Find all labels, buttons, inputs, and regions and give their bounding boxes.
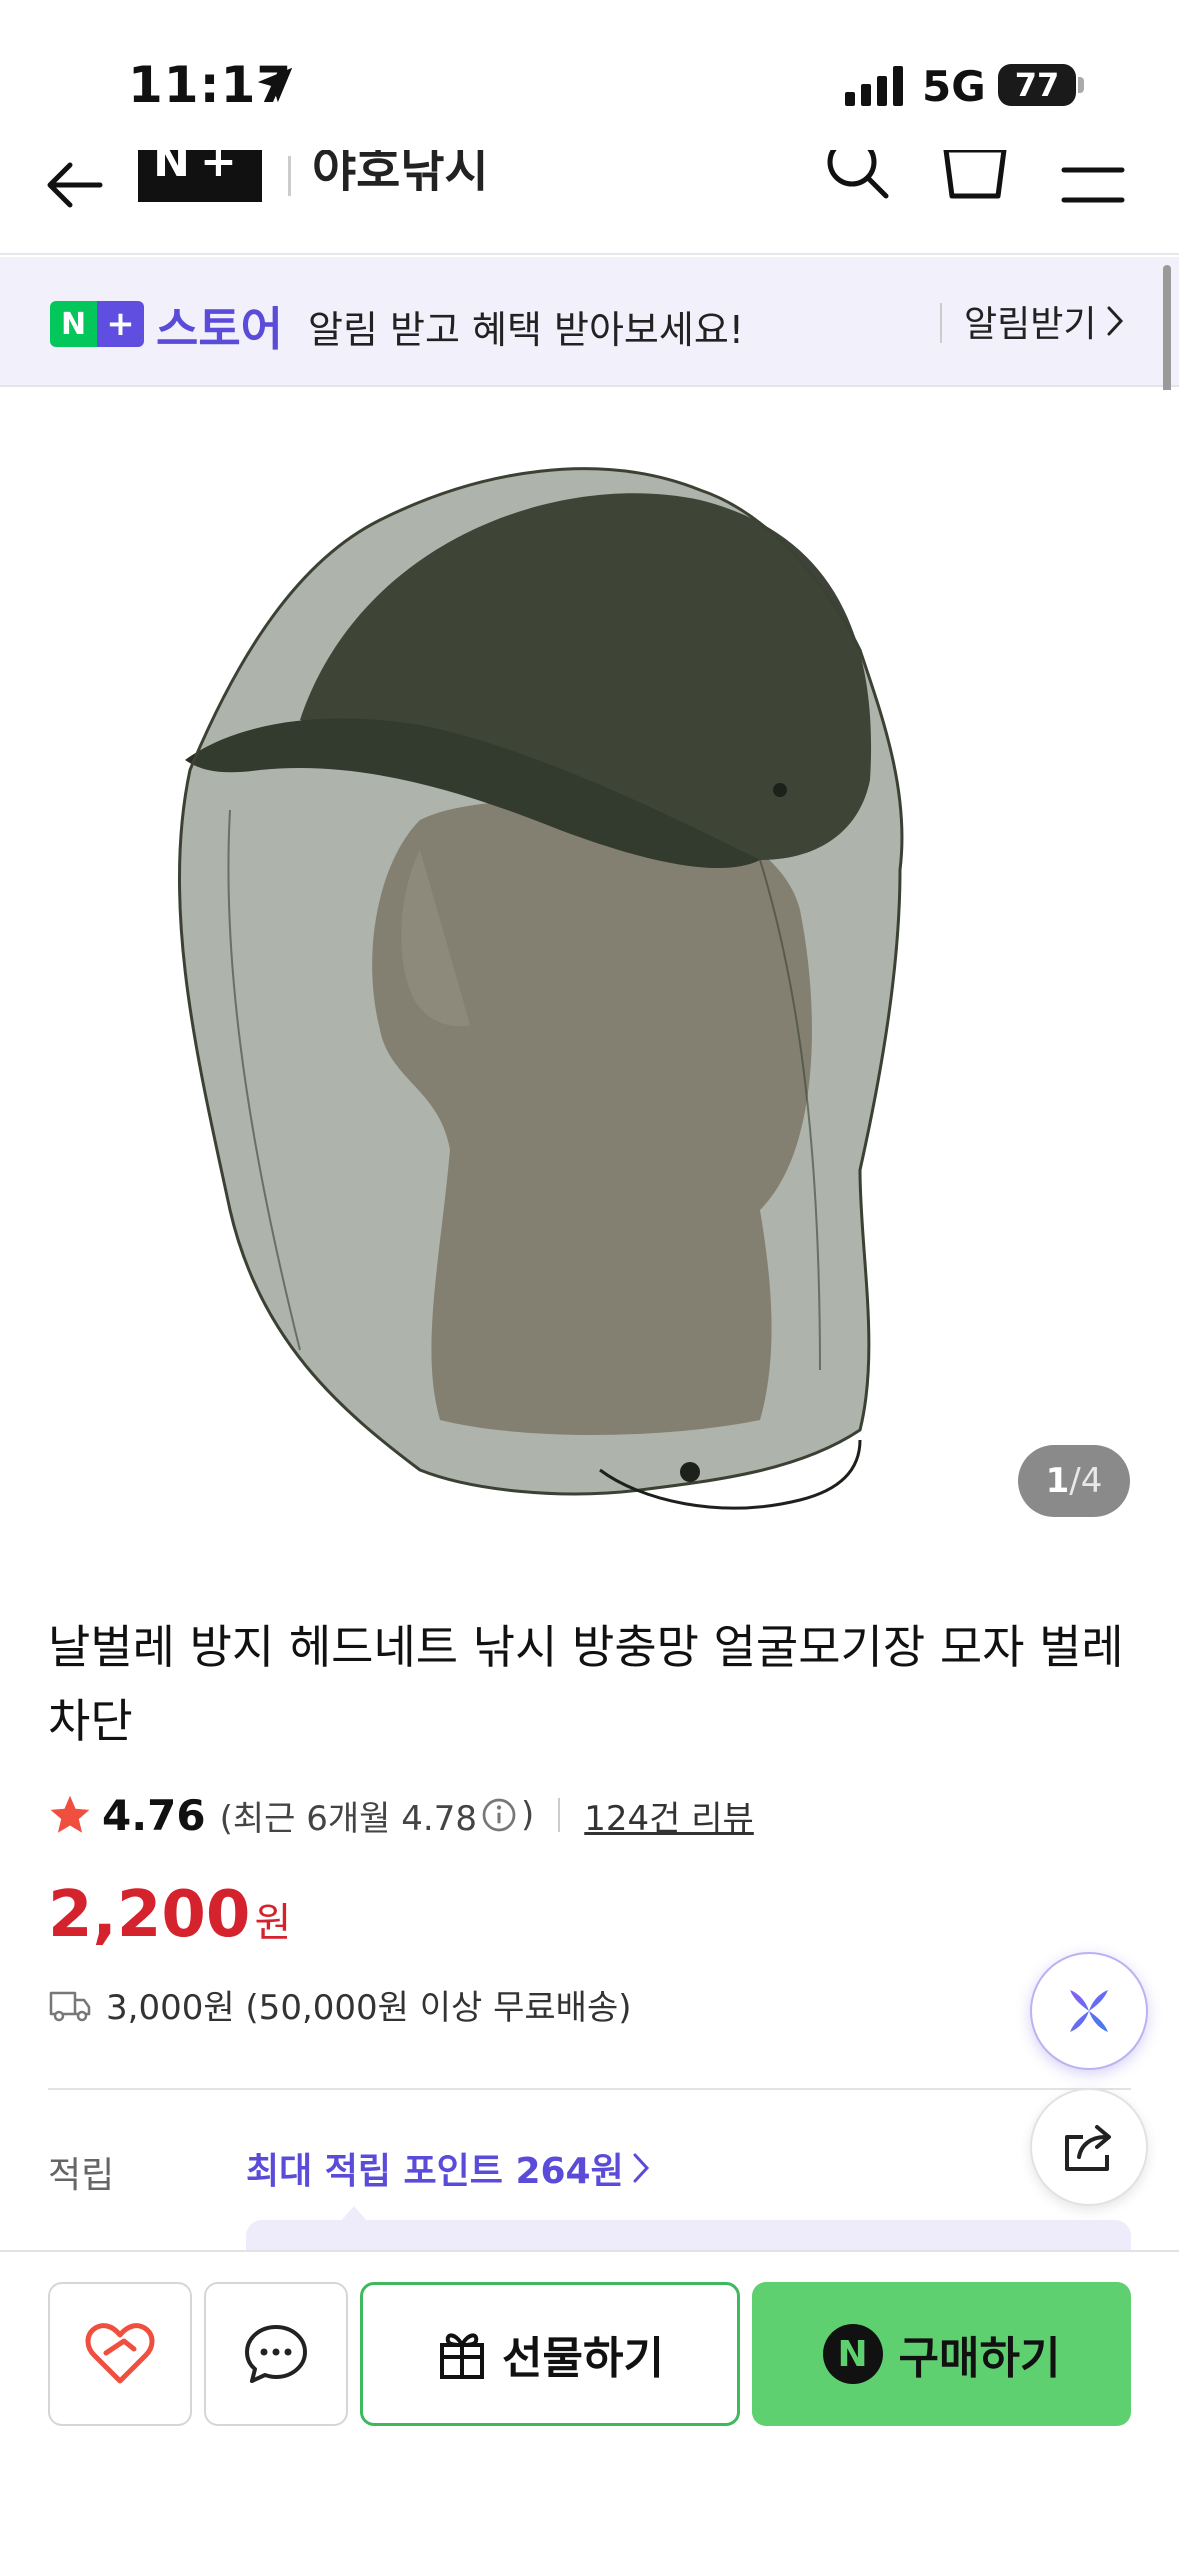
image-total: 4 xyxy=(1080,1461,1103,1501)
brand-logo-text: N+ xyxy=(153,150,247,187)
search-icon[interactable] xyxy=(822,150,892,210)
section-divider xyxy=(48,2088,1131,2090)
menu-icon[interactable] xyxy=(1060,160,1126,210)
battery-tip xyxy=(1078,77,1084,93)
network-type: 5G xyxy=(922,62,986,111)
banner-message: 알림 받고 혜택 받아보세요! xyxy=(308,308,745,352)
rating-score: 4.76 xyxy=(102,1790,206,1840)
ai-sparkle-icon xyxy=(1070,1990,1108,2032)
ai-assistant-button[interactable] xyxy=(1030,1952,1148,2070)
review-count-link[interactable]: 124건 리뷰 xyxy=(584,1791,754,1840)
chevron-right-icon xyxy=(1107,306,1124,336)
rating-separator xyxy=(558,1798,561,1832)
shopping-bag-icon[interactable] xyxy=(940,150,1010,212)
gift-icon xyxy=(440,2333,485,2379)
share-icon xyxy=(1065,2125,1111,2171)
shipping-info: 3,000원 (50,000원 이상 무료배송) xyxy=(48,1980,632,2029)
recent-rating-prefix: (최근 6개월 4.78 xyxy=(219,1798,477,1839)
gift-label: 선물하기 xyxy=(502,2333,664,2384)
recent-rating: (최근 6개월 4.78 ) xyxy=(220,1791,535,1840)
subscribe-alert-button[interactable]: 알림받기 xyxy=(964,295,1124,347)
cellular-signal-icon xyxy=(845,66,903,106)
product-title: 날벌레 방지 헤드네트 낚시 방충망 얼굴모기장 모자 벌레 차단 xyxy=(48,1620,1124,1748)
info-icon[interactable] xyxy=(481,1797,517,1833)
back-arrow-icon[interactable] xyxy=(44,160,104,210)
product-image[interactable] xyxy=(0,390,1179,1560)
location-arrow-icon xyxy=(257,67,293,103)
wishlist-button[interactable] xyxy=(48,2282,192,2426)
points-value: 최대 적립 포인트 264원 xyxy=(246,2151,624,2192)
battery-level: 77 xyxy=(1014,66,1060,104)
price-value: 2,200 xyxy=(48,1878,251,1952)
store-name[interactable]: 야호낚시 xyxy=(312,150,489,200)
image-current: 1 xyxy=(1045,1461,1070,1501)
badge-n: N xyxy=(50,301,97,347)
share-button[interactable] xyxy=(1030,2088,1148,2206)
chat-bubble-icon xyxy=(245,2325,307,2383)
buy-label: 구매하기 xyxy=(898,2333,1061,2384)
status-bar: 11:17 5G 77 xyxy=(0,0,1179,150)
points-label: 적립 xyxy=(48,2155,115,2196)
points-benefit-link[interactable]: 최대 적립 포인트 264원 xyxy=(246,2142,650,2194)
product-photo-hat-net xyxy=(177,467,904,1510)
subscribe-alert-label: 알림받기 xyxy=(964,304,1097,345)
recent-rating-suffix: ) xyxy=(520,1795,535,1835)
store-label: 스토어 xyxy=(156,302,283,356)
nplus-store-badge: N + xyxy=(50,301,144,347)
chat-inquiry-button[interactable] xyxy=(204,2282,348,2426)
store-notification-banner: N + 스토어 알림 받고 혜택 받아보세요! 알림받기 xyxy=(0,257,1179,387)
shipping-text: 3,000원 (50,000원 이상 무료배송) xyxy=(106,1988,632,2028)
truck-icon xyxy=(49,1991,91,2021)
brand-divider xyxy=(288,156,291,196)
naver-pay-icon: N xyxy=(822,2324,883,2384)
bottom-action-bar: 선물하기 N 구매하기 xyxy=(0,2250,1179,2556)
image-counter: 1 / 4 xyxy=(1018,1445,1130,1517)
site-header: N+ 야호낚시 xyxy=(0,150,1179,255)
battery-icon: 77 xyxy=(998,64,1076,106)
price-row: 2,200 원 xyxy=(48,1878,291,1952)
banner-separator xyxy=(940,303,942,343)
image-separator: / xyxy=(1069,1461,1081,1501)
brand-logo[interactable]: N+ xyxy=(138,150,262,202)
price-unit: 원 xyxy=(254,1900,292,1946)
badge-plus: + xyxy=(97,301,144,347)
chevron-right-icon xyxy=(633,2153,649,2183)
rating-row: 4.76 (최근 6개월 4.78 ) 124건 리뷰 xyxy=(48,1785,754,1845)
star-icon xyxy=(50,1795,90,1833)
buy-button[interactable]: N 구매하기 xyxy=(752,2282,1131,2426)
gift-button[interactable]: 선물하기 xyxy=(360,2282,740,2426)
heart-icon xyxy=(85,2323,155,2384)
